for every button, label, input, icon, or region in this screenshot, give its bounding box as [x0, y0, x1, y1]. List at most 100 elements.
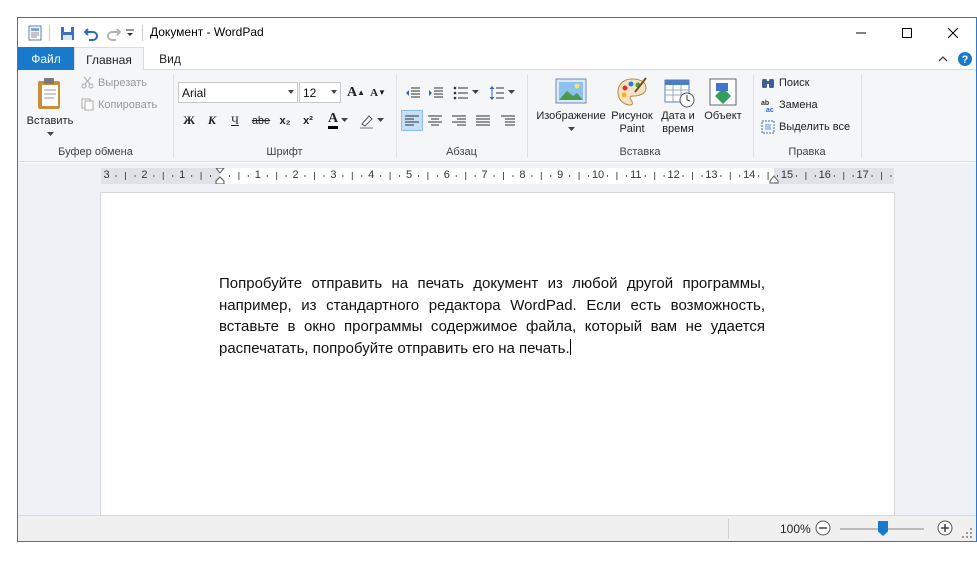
paste-button[interactable]: Вставить	[24, 115, 76, 141]
font-size-select[interactable]: 12	[299, 82, 341, 103]
bullet-list-icon	[453, 86, 468, 99]
align-center-icon	[428, 115, 442, 125]
increase-indent-button[interactable]	[425, 82, 447, 103]
quick-access-divider	[49, 25, 50, 41]
zoom-out-button[interactable]	[815, 520, 831, 536]
picture-label: Изображение	[536, 110, 606, 122]
ruler[interactable]: 3 2 1 1 2 3 4 5 6 7 8 9 10 11 12 13 14 15 16 17	[101, 168, 894, 184]
date-time-label[interactable]: Дата и время	[656, 110, 700, 136]
ruler-number: 12	[667, 169, 680, 181]
picture-button[interactable]: Изображение	[532, 110, 610, 136]
cut-label: Вырезать	[98, 76, 147, 89]
tab-home[interactable]: Главная	[74, 47, 144, 71]
cut-button[interactable]: Вырезать	[81, 76, 147, 89]
svg-text:ac: ac	[766, 107, 774, 112]
paint-drawing-icon[interactable]	[616, 76, 648, 108]
close-button[interactable]	[930, 18, 976, 47]
decrease-indent-button[interactable]	[402, 82, 424, 103]
customize-quick-access-icon[interactable]	[122, 22, 138, 44]
font-family-value: Arial	[182, 85, 207, 100]
highlighter-icon	[359, 114, 373, 129]
paste-icon[interactable]	[32, 76, 68, 112]
align-right-icon	[452, 115, 466, 125]
shrink-font-button[interactable]: A ▼	[367, 82, 389, 103]
find-button[interactable]: Поиск	[761, 76, 809, 90]
insert-group-label: Вставка	[619, 146, 661, 158]
strikethrough-button[interactable]: abe	[248, 110, 274, 131]
ruler-number: 9	[557, 169, 564, 181]
font-group-label: Шрифт	[266, 146, 303, 158]
subscript-button[interactable]: x₂	[274, 110, 296, 131]
select-all-button[interactable]: Выделить все	[761, 120, 850, 134]
chevron-down-icon	[472, 90, 479, 94]
decrease-indent-icon	[406, 87, 420, 97]
minimize-ribbon-icon[interactable]	[934, 50, 952, 68]
ruler-number: 3	[103, 169, 110, 181]
ruler-number: 13	[705, 169, 718, 181]
title-divider	[142, 25, 143, 41]
font-color-button[interactable]: A	[323, 110, 353, 131]
date-time-icon[interactable]	[663, 76, 695, 108]
editing-group-label: Правка	[788, 146, 826, 158]
redo-icon[interactable]	[102, 22, 124, 44]
zoom-level: 100%	[780, 522, 811, 536]
ribbon-tabs: Файл Главная Вид ?	[18, 47, 976, 71]
increase-indent-icon	[429, 87, 443, 97]
replace-button[interactable]: ab ac Замена	[761, 98, 818, 112]
right-indent-marker[interactable]	[769, 174, 779, 184]
tab-view[interactable]: Вид	[148, 47, 192, 70]
scissors-icon	[81, 76, 94, 89]
superscript-button[interactable]: x²	[297, 110, 319, 131]
bullets-button[interactable]	[450, 82, 482, 103]
copy-icon	[81, 98, 94, 111]
align-left-button[interactable]	[401, 110, 423, 131]
highlight-button[interactable]	[356, 110, 386, 131]
undo-icon[interactable]	[80, 22, 102, 44]
document-page[interactable]: Попробуйте отправить на печать документ …	[100, 192, 895, 515]
zoom-slider-thumb[interactable]	[878, 521, 888, 536]
ruler-number: 1	[254, 169, 261, 181]
tab-file[interactable]: Файл	[18, 47, 74, 70]
underline-button[interactable]: Ч	[224, 110, 246, 131]
document-text[interactable]: Попробуйте отправить на печать документ …	[219, 273, 765, 359]
ruler-number: 8	[519, 169, 526, 181]
bold-button[interactable]: Ж	[178, 110, 200, 131]
paint-drawing-label[interactable]: Рисунок Paint	[610, 110, 654, 136]
maximize-button[interactable]	[884, 18, 930, 47]
ribbon-home: Вставить Вырезать Копировать Буфер обмен…	[18, 70, 976, 162]
align-center-button[interactable]	[424, 110, 446, 131]
minimize-button[interactable]	[838, 18, 884, 47]
select-all-icon	[761, 120, 775, 134]
title-bar: Документ - WordPad	[18, 18, 976, 47]
font-family-select[interactable]: Arial	[178, 82, 298, 103]
insert-object-label[interactable]: Объект	[701, 110, 745, 123]
paragraph-icon	[501, 115, 515, 125]
save-icon[interactable]	[56, 22, 78, 44]
paragraph-group-label: Абзац	[446, 146, 477, 158]
first-line-indent-marker[interactable]	[215, 168, 225, 184]
grow-font-button[interactable]: A ▲	[345, 82, 367, 103]
insert-object-icon[interactable]	[707, 76, 739, 108]
status-bar: 100%	[18, 515, 976, 541]
justify-icon	[476, 115, 490, 125]
paragraph-settings-button[interactable]	[497, 110, 519, 131]
ruler-number: 17	[856, 169, 869, 181]
italic-button[interactable]: К	[201, 110, 223, 131]
line-spacing-button[interactable]	[486, 82, 518, 103]
chevron-down-icon	[508, 90, 515, 94]
align-right-button[interactable]	[448, 110, 470, 131]
svg-text:?: ?	[962, 54, 969, 66]
copy-label: Копировать	[98, 98, 158, 111]
zoom-in-button[interactable]	[937, 520, 953, 536]
ruler-number: 3	[330, 169, 337, 181]
justify-button[interactable]	[472, 110, 494, 131]
help-icon[interactable]: ?	[956, 50, 974, 68]
wordpad-app-icon[interactable]	[24, 22, 46, 44]
copy-button[interactable]: Копировать	[81, 98, 157, 111]
paste-dropdown-icon	[46, 132, 54, 136]
paste-label: Вставить	[26, 115, 74, 127]
picture-icon[interactable]	[555, 76, 587, 106]
ruler-number: 4	[368, 169, 375, 181]
resize-grip-icon[interactable]	[961, 527, 973, 539]
font-size-value: 12	[303, 85, 317, 100]
